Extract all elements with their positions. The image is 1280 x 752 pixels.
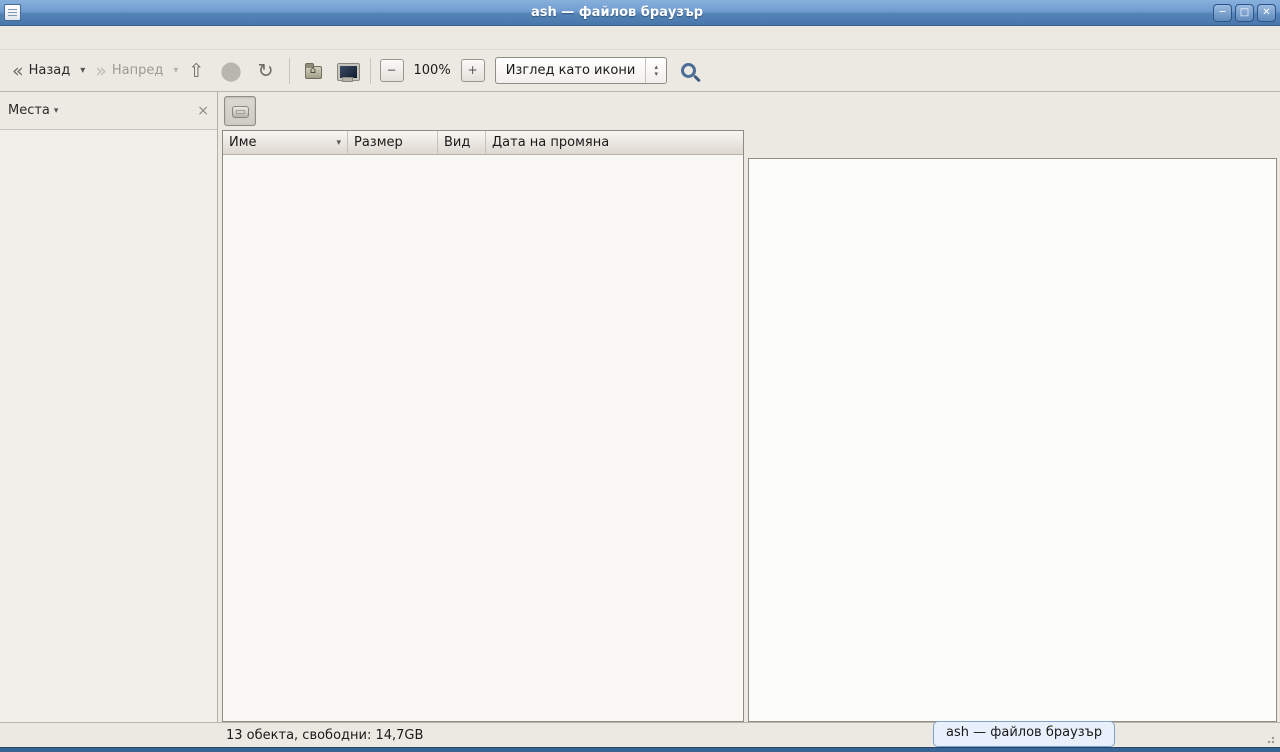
list-pane: Име ▾ Размер Вид Дата на промяна: [218, 92, 748, 722]
window-icon: [4, 4, 21, 21]
forward-icon: »: [95, 62, 107, 80]
stop-icon: ⬤: [220, 62, 241, 80]
search-icon[interactable]: [681, 63, 696, 78]
desktop-screen: ash — файлов браузър ─ □ ✕ « Назад ▾ » Н…: [0, 0, 1280, 752]
back-label: Назад: [29, 63, 71, 78]
zoom-in-button[interactable]: +: [461, 59, 485, 82]
bottom-panel-edge: [0, 747, 1280, 752]
list-body: [223, 155, 743, 721]
main-area: Места ▾ × Име ▾ Размер Вид: [0, 92, 1280, 722]
places-sidebar: Места ▾ ×: [0, 92, 218, 722]
window-title: ash — файлов браузър: [21, 5, 1213, 20]
drive-icon: [232, 106, 249, 118]
column-name-label: Име: [229, 135, 257, 150]
status-text: 13 обекта, свободни: 14,7GB: [226, 728, 423, 743]
sidebar-header: Места ▾ ×: [0, 92, 217, 129]
column-header-size[interactable]: Размер: [348, 131, 438, 154]
view-mode-select[interactable]: Изглед като икони ▴▾: [495, 57, 668, 84]
maximize-icon[interactable]: □: [1235, 4, 1254, 22]
column-header-type[interactable]: Вид: [438, 131, 486, 154]
path-bar: [748, 92, 1280, 130]
sort-indicator-icon: ▾: [336, 138, 341, 148]
filesystem-root-button[interactable]: [224, 96, 256, 126]
forward-history-dropdown[interactable]: ▾: [173, 65, 178, 76]
sidebar-close-icon[interactable]: ×: [197, 103, 209, 119]
toolbar-separator: [370, 58, 371, 84]
zoom-out-button[interactable]: −: [380, 59, 404, 82]
forward-label: Напред: [112, 63, 163, 78]
title-bar: ash — файлов браузър ─ □ ✕: [0, 0, 1280, 26]
column-header-name[interactable]: Име ▾: [223, 131, 348, 154]
taskbar-tooltip: ash — файлов браузър: [933, 721, 1115, 747]
up-button[interactable]: ⇧: [182, 58, 210, 84]
icon-view: [748, 158, 1277, 722]
up-icon: ⇧: [188, 62, 204, 80]
stop-button[interactable]: ⬤: [214, 58, 247, 84]
sidebar-title[interactable]: Места: [8, 103, 50, 118]
toolbar: « Назад ▾ » Напред ▾ ⇧ ⬤ ↻ − 100% + Изгл…: [0, 50, 1280, 92]
back-button[interactable]: « Назад: [6, 58, 76, 84]
sidebar-list: [0, 129, 217, 722]
reload-button[interactable]: ↻: [252, 58, 280, 84]
back-history-dropdown[interactable]: ▾: [80, 65, 85, 76]
tab-bar: [748, 130, 1280, 158]
home-icon: [305, 66, 322, 79]
computer-icon: [338, 63, 355, 79]
resize-grip[interactable]: [1267, 734, 1277, 744]
chevron-updown-icon: ▴▾: [646, 64, 666, 78]
forward-button[interactable]: » Напред: [89, 58, 169, 84]
reload-icon: ↻: [258, 62, 274, 80]
list-pane-pathbar: [218, 92, 744, 130]
chevron-down-icon[interactable]: ▾: [54, 106, 59, 116]
toolbar-separator: [289, 58, 290, 84]
home-button[interactable]: [299, 59, 328, 83]
computer-button[interactable]: [332, 59, 361, 83]
column-header-date[interactable]: Дата на промяна: [486, 131, 743, 154]
icon-pane: [748, 92, 1280, 722]
menu-bar: [0, 26, 1280, 50]
file-list-view: Име ▾ Размер Вид Дата на промяна: [222, 130, 744, 722]
zoom-level: 100%: [408, 63, 457, 78]
view-mode-value: Изглед като икони: [496, 63, 646, 78]
close-icon[interactable]: ✕: [1257, 4, 1276, 22]
list-header: Име ▾ Размер Вид Дата на промяна: [223, 131, 743, 155]
back-icon: «: [12, 62, 24, 80]
minimize-icon[interactable]: ─: [1213, 4, 1232, 22]
